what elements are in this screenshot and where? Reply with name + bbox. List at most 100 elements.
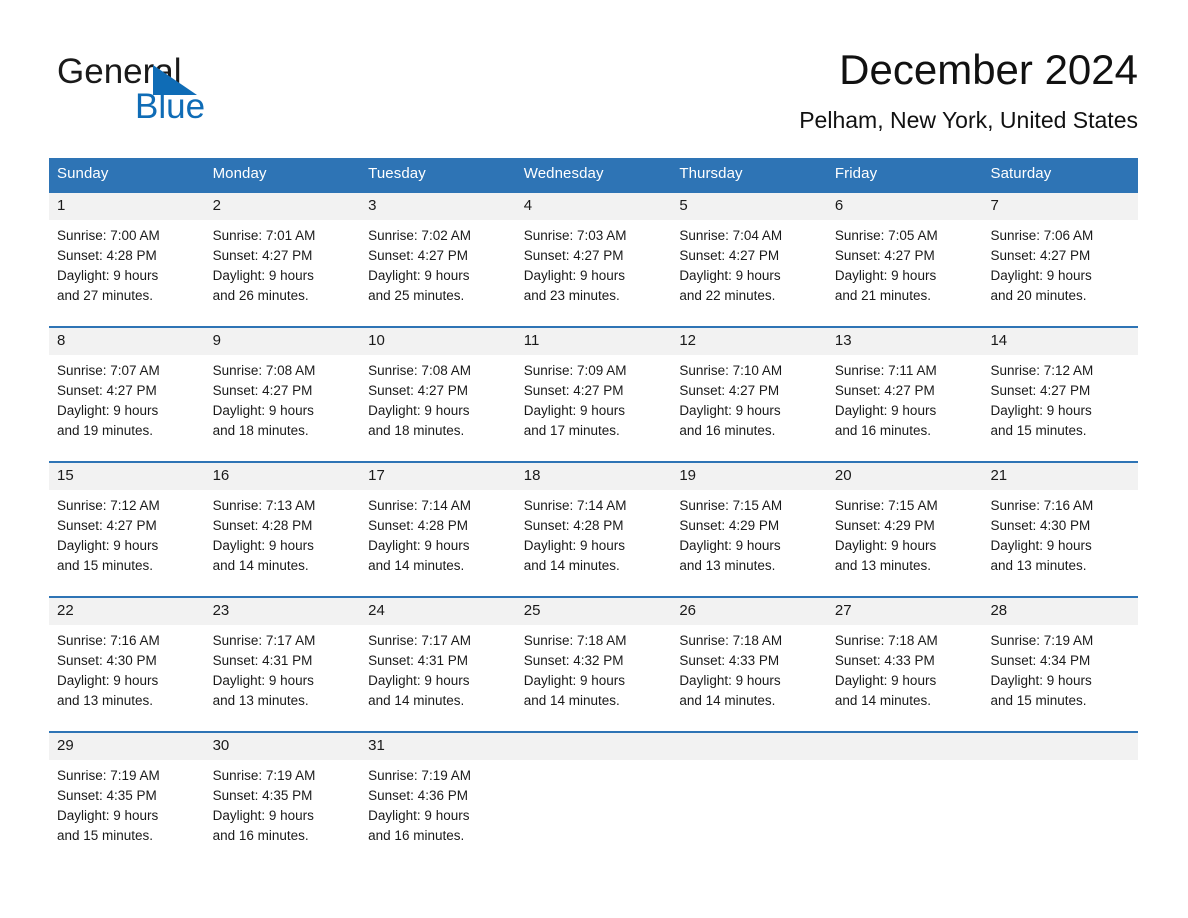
- sunset-text: Sunset: 4:29 PM: [834, 518, 935, 533]
- day-cell[interactable]: 4 Sunrise: 7:03 AM Sunset: 4:27 PM Dayli…: [515, 193, 672, 314]
- day-details: Sunrise: 7:19 AM Sunset: 4:36 PM Dayligh…: [360, 760, 516, 854]
- daylight-text-line1: Daylight: 9 hours: [57, 268, 159, 283]
- day-number: 29: [49, 733, 205, 760]
- daylight-text-line2: and 16 minutes.: [212, 828, 309, 843]
- day-number: 23: [204, 598, 361, 625]
- weekday-header-friday: Friday: [834, 165, 878, 182]
- daylight-text-line2: and 16 minutes.: [679, 423, 776, 438]
- sunrise-text: Sunrise: 7:11 AM: [834, 363, 937, 378]
- day-cell[interactable]: 10 Sunrise: 7:08 AM Sunset: 4:27 PM Dayl…: [360, 328, 516, 449]
- day-number: 11: [515, 328, 672, 355]
- week-row: 29 Sunrise: 7:19 AM Sunset: 4:35 PM Dayl…: [49, 731, 1139, 854]
- daylight-text-line1: Daylight: 9 hours: [523, 268, 626, 283]
- sunset-text: Sunset: 4:31 PM: [368, 653, 468, 668]
- day-cell[interactable]: 26 Sunrise: 7:18 AM Sunset: 4:33 PM Dayl…: [671, 598, 827, 719]
- daylight-text-line1: Daylight: 9 hours: [212, 268, 314, 283]
- day-details: [671, 760, 827, 854]
- day-cell[interactable]: 1 Sunrise: 7:00 AM Sunset: 4:28 PM Dayli…: [49, 193, 205, 314]
- daylight-text-line2: and 13 minutes.: [57, 693, 154, 708]
- day-cell[interactable]: 5 Sunrise: 7:04 AM Sunset: 4:27 PM Dayli…: [671, 193, 827, 314]
- day-details: Sunrise: 7:15 AM Sunset: 4:29 PM Dayligh…: [827, 490, 983, 584]
- day-cell[interactable]: 23 Sunrise: 7:17 AM Sunset: 4:31 PM Dayl…: [204, 598, 361, 719]
- brand-logo[interactable]: General Blue: [57, 52, 387, 130]
- sunset-text: Sunset: 4:27 PM: [368, 383, 468, 398]
- daylight-text-line2: and 14 minutes.: [368, 693, 465, 708]
- day-cell[interactable]: 21 Sunrise: 7:16 AM Sunset: 4:30 PM Dayl…: [982, 463, 1139, 584]
- week-row: 8 Sunrise: 7:07 AM Sunset: 4:27 PM Dayli…: [49, 326, 1139, 449]
- day-cell[interactable]: 13 Sunrise: 7:11 AM Sunset: 4:27 PM Dayl…: [826, 328, 983, 449]
- day-cell[interactable]: 18 Sunrise: 7:14 AM Sunset: 4:28 PM Dayl…: [515, 463, 672, 584]
- day-number: 17: [360, 463, 516, 490]
- day-number: [826, 733, 983, 760]
- daylight-text-line2: and 26 minutes.: [212, 288, 309, 303]
- sunset-text: Sunset: 4:27 PM: [679, 383, 780, 398]
- sunset-text: Sunset: 4:28 PM: [57, 248, 157, 263]
- day-cell[interactable]: 20 Sunrise: 7:15 AM Sunset: 4:29 PM Dayl…: [826, 463, 983, 584]
- day-cell[interactable]: 6 Sunrise: 7:05 AM Sunset: 4:27 PM Dayli…: [826, 193, 983, 314]
- day-details: Sunrise: 7:12 AM Sunset: 4:27 PM Dayligh…: [49, 490, 205, 584]
- sunset-text: Sunset: 4:30 PM: [990, 518, 1091, 533]
- day-cell[interactable]: 25 Sunrise: 7:18 AM Sunset: 4:32 PM Dayl…: [515, 598, 672, 719]
- day-cell[interactable]: 27 Sunrise: 7:18 AM Sunset: 4:33 PM Dayl…: [826, 598, 983, 719]
- day-cell[interactable]: 14 Sunrise: 7:12 AM Sunset: 4:27 PM Dayl…: [982, 328, 1139, 449]
- day-cell[interactable]: 7 Sunrise: 7:06 AM Sunset: 4:27 PM Dayli…: [982, 193, 1139, 314]
- weekday-header-tuesday: Tuesday: [368, 165, 426, 182]
- sunset-text: Sunset: 4:30 PM: [57, 653, 157, 668]
- daylight-text-line1: Daylight: 9 hours: [57, 538, 159, 553]
- daylight-text-line1: Daylight: 9 hours: [368, 808, 470, 823]
- day-cell[interactable]: 16 Sunrise: 7:13 AM Sunset: 4:28 PM Dayl…: [204, 463, 361, 584]
- day-cell[interactable]: 22 Sunrise: 7:16 AM Sunset: 4:30 PM Dayl…: [49, 598, 205, 719]
- day-cell[interactable]: 30 Sunrise: 7:19 AM Sunset: 4:35 PM Dayl…: [204, 733, 361, 854]
- day-details: Sunrise: 7:05 AM Sunset: 4:27 PM Dayligh…: [827, 220, 983, 314]
- sunrise-text: Sunrise: 7:15 AM: [834, 498, 938, 513]
- sunrise-text: Sunrise: 7:08 AM: [368, 363, 471, 378]
- page-header: General Blue December 2024 Pelham, New Y…: [0, 0, 1188, 150]
- sunset-text: Sunset: 4:27 PM: [523, 248, 624, 263]
- day-cell[interactable]: 15 Sunrise: 7:12 AM Sunset: 4:27 PM Dayl…: [49, 463, 205, 584]
- day-number: 5: [671, 193, 827, 220]
- daylight-text-line2: and 16 minutes.: [834, 423, 931, 438]
- sunrise-text: Sunrise: 7:16 AM: [57, 633, 160, 648]
- sunrise-text: Sunrise: 7:00 AM: [57, 228, 160, 243]
- day-cell[interactable]: 19 Sunrise: 7:15 AM Sunset: 4:29 PM Dayl…: [671, 463, 827, 584]
- daylight-text-line1: Daylight: 9 hours: [368, 538, 470, 553]
- daylight-text-line2: and 23 minutes.: [523, 288, 620, 303]
- day-cell[interactable]: 31 Sunrise: 7:19 AM Sunset: 4:36 PM Dayl…: [360, 733, 516, 854]
- sunrise-text: Sunrise: 7:17 AM: [368, 633, 471, 648]
- sunset-text: Sunset: 4:28 PM: [523, 518, 624, 533]
- sunset-text: Sunset: 4:36 PM: [368, 788, 468, 803]
- day-cell[interactable]: 12 Sunrise: 7:10 AM Sunset: 4:27 PM Dayl…: [671, 328, 827, 449]
- day-cell[interactable]: 9 Sunrise: 7:08 AM Sunset: 4:27 PM Dayli…: [204, 328, 361, 449]
- day-cell[interactable]: 29 Sunrise: 7:19 AM Sunset: 4:35 PM Dayl…: [49, 733, 205, 854]
- day-number: [982, 733, 1139, 760]
- day-details: [982, 760, 1138, 854]
- day-cell[interactable]: 3 Sunrise: 7:02 AM Sunset: 4:27 PM Dayli…: [360, 193, 516, 314]
- sunset-text: Sunset: 4:35 PM: [57, 788, 157, 803]
- day-number: 22: [49, 598, 205, 625]
- sunset-text: Sunset: 4:33 PM: [679, 653, 780, 668]
- sunset-text: Sunset: 4:27 PM: [212, 248, 313, 263]
- calendar-page: General Blue December 2024 Pelham, New Y…: [0, 0, 1188, 918]
- day-details: Sunrise: 7:13 AM Sunset: 4:28 PM Dayligh…: [205, 490, 361, 584]
- daylight-text-line2: and 14 minutes.: [523, 558, 620, 573]
- day-cell[interactable]: 28 Sunrise: 7:19 AM Sunset: 4:34 PM Dayl…: [982, 598, 1139, 719]
- day-cell[interactable]: 24 Sunrise: 7:17 AM Sunset: 4:31 PM Dayl…: [360, 598, 516, 719]
- daylight-text-line2: and 15 minutes.: [57, 558, 154, 573]
- sunrise-text: Sunrise: 7:18 AM: [523, 633, 627, 648]
- day-number: 4: [515, 193, 672, 220]
- day-details: Sunrise: 7:18 AM Sunset: 4:33 PM Dayligh…: [671, 625, 827, 719]
- sunrise-text: Sunrise: 7:04 AM: [679, 228, 783, 243]
- day-cell[interactable]: 2 Sunrise: 7:01 AM Sunset: 4:27 PM Dayli…: [204, 193, 361, 314]
- weekday-header-monday: Monday: [212, 165, 267, 182]
- week-separator: [49, 719, 1138, 731]
- sunrise-text: Sunrise: 7:02 AM: [368, 228, 471, 243]
- sunset-text: Sunset: 4:32 PM: [523, 653, 624, 668]
- day-cell[interactable]: 17 Sunrise: 7:14 AM Sunset: 4:28 PM Dayl…: [360, 463, 516, 584]
- day-cell[interactable]: 8 Sunrise: 7:07 AM Sunset: 4:27 PM Dayli…: [49, 328, 205, 449]
- week-row: 15 Sunrise: 7:12 AM Sunset: 4:27 PM Dayl…: [49, 461, 1139, 584]
- calendar-grid: Sunday Monday Tuesday Wednesday Thursday…: [49, 158, 1139, 854]
- day-cell[interactable]: 11 Sunrise: 7:09 AM Sunset: 4:27 PM Dayl…: [515, 328, 672, 449]
- sunset-text: Sunset: 4:27 PM: [990, 248, 1091, 263]
- day-number: 7: [982, 193, 1139, 220]
- daylight-text-line1: Daylight: 9 hours: [679, 268, 781, 283]
